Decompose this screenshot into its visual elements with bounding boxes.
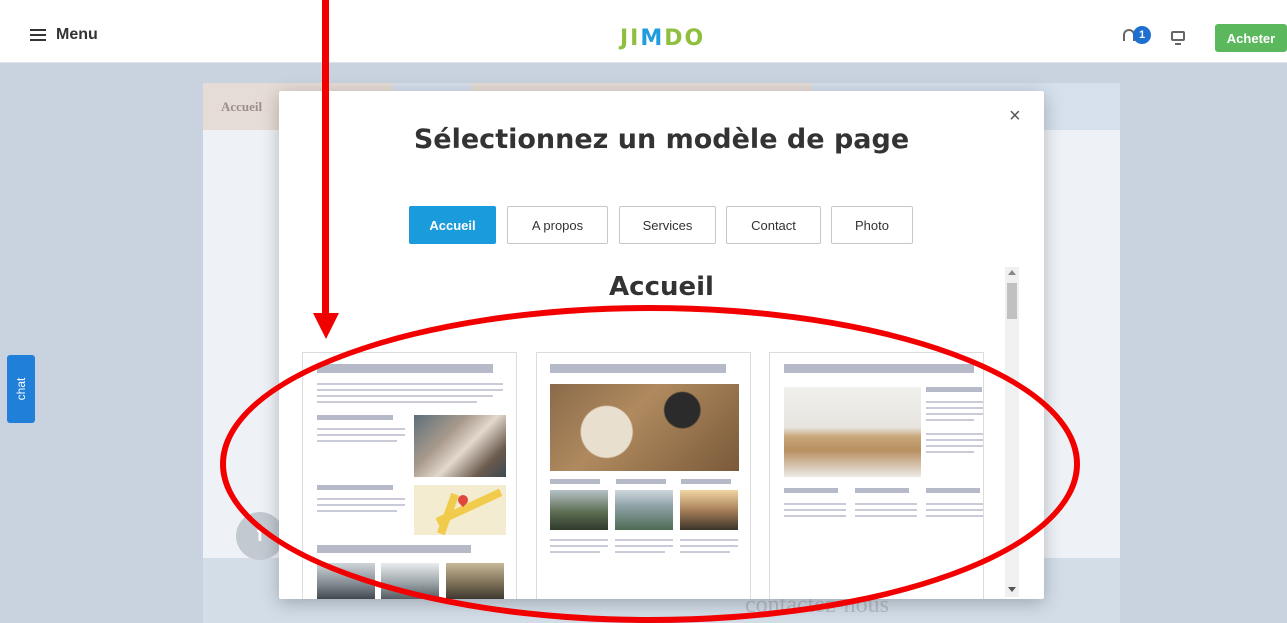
template-image — [615, 490, 673, 530]
hamburger-icon — [30, 29, 46, 41]
notifications-button[interactable]: 1 — [1123, 26, 1153, 47]
jimdo-logo: JIMDO — [620, 26, 706, 51]
menu-label: Menu — [56, 26, 98, 43]
notification-badge: 1 — [1133, 26, 1151, 44]
template-image — [381, 563, 439, 599]
map-thumbnail — [414, 485, 506, 536]
section-title: Accueil — [609, 272, 714, 302]
template-image — [317, 563, 375, 599]
tab-accueil[interactable]: Accueil — [409, 206, 496, 244]
template-tabs: Accueil A propos Services Contact Photo — [279, 206, 1044, 244]
template-card-1[interactable] — [302, 352, 517, 599]
chat-tab[interactable]: chat — [7, 355, 35, 423]
template-card-2[interactable] — [536, 352, 751, 599]
tab-photo[interactable]: Photo — [831, 206, 913, 244]
annotation-arrow — [322, 0, 329, 315]
tab-contact[interactable]: Contact — [726, 206, 821, 244]
template-image — [414, 415, 506, 477]
template-image — [680, 490, 738, 530]
page-template-modal: × Sélectionnez un modèle de page Accueil… — [279, 91, 1044, 599]
scrollbar[interactable] — [1005, 267, 1019, 597]
template-image — [784, 387, 921, 477]
top-bar: Menu JIMDO 1 Acheter — [0, 0, 1287, 63]
scroll-down-arrow-icon[interactable] — [1008, 587, 1016, 592]
template-image — [550, 384, 739, 471]
chat-label: chat — [14, 377, 28, 401]
scroll-thumb[interactable] — [1007, 283, 1017, 319]
monitor-icon[interactable] — [1171, 31, 1185, 45]
scroll-up-arrow-icon[interactable] — [1008, 270, 1016, 275]
buy-button[interactable]: Acheter — [1215, 24, 1287, 52]
modal-title: Sélectionnez un modèle de page — [413, 124, 910, 155]
template-image — [446, 563, 504, 599]
annotation-arrow-head — [313, 313, 339, 339]
template-image — [550, 490, 608, 530]
facebook-icon: f — [236, 512, 284, 560]
tab-services[interactable]: Services — [619, 206, 716, 244]
tab-a-propos[interactable]: A propos — [507, 206, 608, 244]
template-card-3[interactable] — [769, 352, 984, 599]
menu-button[interactable]: Menu — [30, 26, 98, 44]
